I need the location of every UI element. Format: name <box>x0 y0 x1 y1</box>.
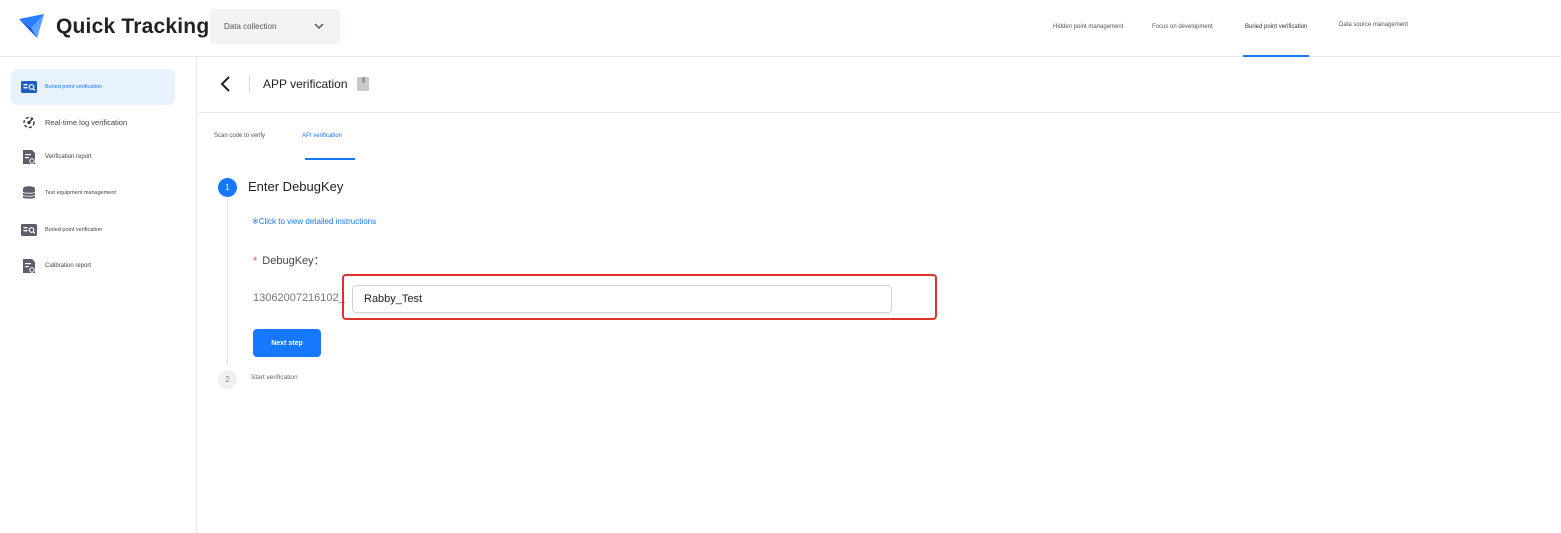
app-title: Quick Tracking <box>56 15 210 38</box>
page-header: APP verification <box>198 57 1561 113</box>
debugkey-prefix: 13062007216102_ <box>253 292 345 304</box>
next-step-button[interactable]: Next step <box>253 329 321 357</box>
sidebar: Buried point verification Real-time log … <box>0 57 197 533</box>
sidebar-item-label: Buried point verification <box>45 227 103 233</box>
verify-icon <box>21 224 37 236</box>
sidebar-item-label: Verification report <box>45 154 92 160</box>
step-2-title: Start verification <box>251 374 298 381</box>
project-select-value: Data collection <box>224 22 277 31</box>
sidebar-item-label: Real-time log verification <box>45 117 128 127</box>
topnav-hidden-point-management[interactable]: Hidden point management <box>1053 0 1123 57</box>
required-mark: * <box>253 255 258 267</box>
topnav-buried-point-verification[interactable]: Buried point verification <box>1242 0 1310 57</box>
topnav-label: Focus on development <box>1152 24 1213 30</box>
top-header: Quick Tracking Data collection Hidden po… <box>0 0 1561 57</box>
active-tab-indicator <box>305 158 355 160</box>
project-select[interactable]: Data collection <box>210 9 340 44</box>
sidebar-item-buried-point-verification-2[interactable]: Buried point verification <box>11 212 175 248</box>
sidebar-item-label: Test equipment management <box>45 190 116 196</box>
app-logo[interactable]: Quick Tracking <box>16 11 209 43</box>
page-title: APP verification <box>263 77 348 91</box>
tab-scan-code-to-verify[interactable]: Scan code to verify <box>214 133 265 139</box>
back-arrow-icon[interactable] <box>218 75 234 93</box>
realtime-log-icon <box>23 116 35 129</box>
sidebar-item-test-equipment-management[interactable]: Test equipment management <box>11 175 175 211</box>
sidebar-item-label: Buried point verification <box>45 84 103 90</box>
debugkey-input[interactable] <box>352 285 892 313</box>
step-1-title: Enter DebugKey <box>248 179 344 194</box>
detailed-instructions-link[interactable]: ※Click to view detailed instructions <box>252 217 376 226</box>
debugkey-label: * DebugKey： <box>253 252 325 268</box>
sidebar-item-calibration-report[interactable]: Calibration report <box>11 248 175 284</box>
step-1-indicator: 1 <box>218 178 237 197</box>
topnav-label: Buried point verification <box>1245 24 1308 30</box>
sidebar-item-real-time-log-verification[interactable]: Real-time log verification <box>11 104 175 140</box>
sidebar-item-verification-report[interactable]: Verification report <box>11 139 175 175</box>
verify-icon <box>21 81 37 93</box>
chevron-down-icon <box>314 23 324 30</box>
topnav-data-source-management[interactable]: Data source management <box>1339 0 1408 57</box>
tab-api-verification[interactable]: API verification <box>302 133 342 139</box>
debugkey-label-text: DebugKey： <box>262 255 325 267</box>
document-icon[interactable] <box>356 76 370 92</box>
header-divider <box>249 74 250 94</box>
database-icon <box>22 186 36 199</box>
topnav-label: Data source management <box>1339 22 1409 28</box>
report-icon <box>23 150 35 164</box>
sidebar-item-buried-point-verification[interactable]: Buried point verification <box>11 69 175 105</box>
topnav-label: Hidden point management <box>1053 24 1124 30</box>
topnav-focus-on-development[interactable]: Focus on development <box>1152 0 1213 57</box>
step-connector-line <box>227 198 228 366</box>
sidebar-item-label: Calibration report <box>45 263 92 269</box>
verification-tabs: Scan code to verify API verification <box>198 113 1561 161</box>
step-2-indicator: 2 <box>218 370 237 389</box>
quick-tracking-logo-icon <box>19 14 44 38</box>
report-icon <box>23 259 35 273</box>
